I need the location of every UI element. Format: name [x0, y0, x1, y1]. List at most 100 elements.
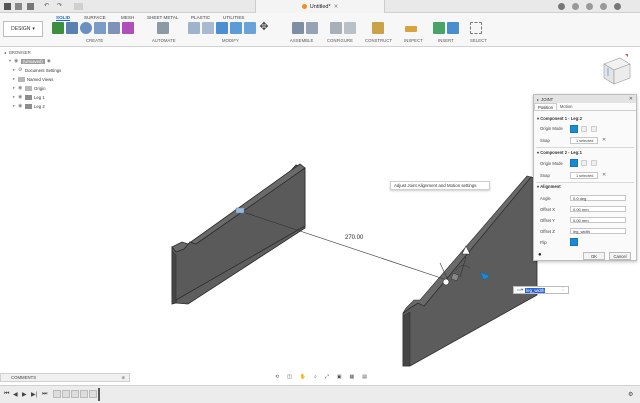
- tab-position[interactable]: Position: [534, 103, 557, 110]
- clear-selection-icon[interactable]: ✕: [602, 137, 606, 143]
- account-icon[interactable]: [572, 3, 579, 10]
- new-tab-icon[interactable]: [558, 3, 565, 10]
- insert-derive-icon[interactable]: [433, 22, 445, 34]
- play-icon[interactable]: ▶: [22, 391, 27, 398]
- timeline-feature[interactable]: [71, 390, 79, 398]
- modify-menu[interactable]: MODIFY: [222, 38, 239, 43]
- fillet-icon[interactable]: [202, 22, 214, 34]
- step-forward-icon[interactable]: ▶|: [31, 391, 37, 398]
- revolve-icon[interactable]: [94, 22, 106, 34]
- timeline-feature[interactable]: [62, 390, 70, 398]
- as-built-joint-icon[interactable]: [306, 22, 318, 34]
- clear-selection-icon[interactable]: ✕: [602, 172, 606, 178]
- automate-menu[interactable]: AUTOMATE: [152, 38, 176, 43]
- configure-menu[interactable]: CONFIGURE: [327, 38, 353, 43]
- settings-icon[interactable]: ⚙: [628, 391, 633, 398]
- undo-icon[interactable]: ↶: [44, 3, 51, 10]
- configure-param-icon[interactable]: [344, 22, 356, 34]
- timeline-feature[interactable]: [53, 390, 61, 398]
- automate-icon[interactable]: [157, 22, 169, 34]
- save-icon[interactable]: [27, 3, 34, 10]
- create-sketch-icon[interactable]: [66, 22, 78, 34]
- assemble-menu[interactable]: ASSEMBLE: [290, 38, 313, 43]
- tab-mesh[interactable]: MESH: [121, 15, 134, 20]
- create-menu[interactable]: CREATE: [86, 38, 103, 43]
- origin-mode-two-edges-button[interactable]: [591, 126, 597, 132]
- more-options-icon[interactable]: ⋮: [561, 287, 565, 293]
- look-at-icon[interactable]: ◫: [287, 374, 292, 380]
- chamfer-icon[interactable]: [216, 22, 228, 34]
- offset-z-input[interactable]: leg_width: [570, 228, 626, 234]
- combine-icon[interactable]: [244, 22, 256, 34]
- tab-motion[interactable]: Motion: [557, 103, 576, 110]
- inspect-menu[interactable]: INSPECT: [404, 38, 423, 43]
- tab-sheet-metal[interactable]: SHEET METAL: [147, 15, 178, 20]
- expand-icon[interactable]: ⊕: [121, 375, 125, 381]
- close-icon[interactable]: ✕: [629, 96, 633, 102]
- select-icon[interactable]: [470, 22, 482, 34]
- origin-mode-between-button[interactable]: [581, 160, 587, 166]
- move-icon[interactable]: ✥: [258, 22, 270, 34]
- redo-icon[interactable]: ↷: [57, 3, 64, 10]
- skip-end-icon[interactable]: ⏭: [42, 391, 47, 398]
- pan-icon[interactable]: ✋: [300, 374, 306, 380]
- step-back-icon[interactable]: ◀: [13, 391, 18, 398]
- tab-surface[interactable]: SURFACE: [84, 15, 106, 20]
- snap-selection-2[interactable]: 1 selected: [570, 172, 598, 179]
- angle-input[interactable]: 0.0 deg: [570, 195, 626, 201]
- offset-plane-icon[interactable]: [372, 22, 384, 34]
- offset-x-input[interactable]: 0.00 mm: [570, 206, 626, 212]
- fit-icon[interactable]: ⤢: [325, 374, 329, 380]
- alignment-header[interactable]: ▾ Alignment: [537, 184, 561, 189]
- close-tab-icon[interactable]: ✕: [334, 4, 339, 10]
- form-icon[interactable]: [122, 22, 134, 34]
- insert-image-icon[interactable]: [447, 22, 459, 34]
- component-1-header[interactable]: ▾ Component 1 - Leg:2: [537, 116, 582, 121]
- offset-y-input[interactable]: 0.00 mm: [570, 217, 626, 223]
- tab-solid[interactable]: SOLID: [56, 15, 71, 21]
- display-settings-icon[interactable]: ▣: [337, 374, 342, 380]
- leg-1-body[interactable]: [402, 175, 538, 367]
- workspace-switcher[interactable]: DESIGN ▾: [3, 21, 43, 37]
- origin-mode-two-edges-button[interactable]: [591, 160, 597, 166]
- app-grid-icon[interactable]: [4, 3, 11, 10]
- grid-icon[interactable]: ▦: [350, 374, 355, 380]
- offset-input-value[interactable]: leg_width: [525, 287, 546, 293]
- origin-mode-simple-button[interactable]: [570, 125, 578, 133]
- cancel-button[interactable]: Cancel: [609, 252, 631, 260]
- new-component-icon[interactable]: [52, 22, 64, 34]
- user-avatar[interactable]: [614, 3, 621, 10]
- ok-button[interactable]: OK: [583, 252, 605, 260]
- select-menu[interactable]: SELECT: [470, 38, 487, 43]
- insert-menu[interactable]: INSERT: [438, 38, 454, 43]
- origin-mode-between-button[interactable]: [581, 126, 587, 132]
- viewports-icon[interactable]: ▤: [362, 374, 367, 380]
- file-icon[interactable]: [15, 3, 22, 10]
- help-icon[interactable]: [600, 3, 607, 10]
- shell-icon[interactable]: [230, 22, 242, 34]
- skip-start-icon[interactable]: ⏮: [4, 391, 9, 398]
- dimension-label[interactable]: 270.00: [345, 235, 364, 241]
- measure-icon[interactable]: [405, 26, 417, 32]
- expression-icon[interactable]: ▭▾: [517, 287, 523, 293]
- leg-2-body[interactable]: [171, 163, 306, 305]
- document-tab[interactable]: Untitled* ✕: [255, 0, 385, 13]
- view-cube[interactable]: [598, 52, 634, 88]
- home-icon[interactable]: [74, 3, 83, 10]
- configure-table-icon[interactable]: [330, 22, 342, 34]
- notifications-icon[interactable]: [586, 3, 593, 10]
- construct-menu[interactable]: CONSTRUCT: [365, 38, 392, 43]
- origin-mode-simple-button[interactable]: [570, 159, 578, 167]
- snap-selection-1[interactable]: 1 selected: [570, 137, 598, 144]
- timeline-feature[interactable]: [89, 390, 97, 398]
- joint-icon[interactable]: [292, 22, 304, 34]
- hole-icon[interactable]: [108, 22, 120, 34]
- joint-dialog-header[interactable]: ▸ JOINT ✕: [534, 95, 636, 103]
- joint-snap-point[interactable]: [442, 278, 450, 286]
- press-pull-icon[interactable]: [188, 22, 200, 34]
- tab-plastic[interactable]: PLASTIC: [191, 15, 210, 20]
- tab-utilities[interactable]: UTILITIES: [223, 15, 244, 20]
- component-2-header[interactable]: ▾ Component 2 - Leg:1: [537, 150, 582, 155]
- extrude-icon[interactable]: [80, 22, 92, 34]
- info-icon[interactable]: ●: [538, 252, 542, 258]
